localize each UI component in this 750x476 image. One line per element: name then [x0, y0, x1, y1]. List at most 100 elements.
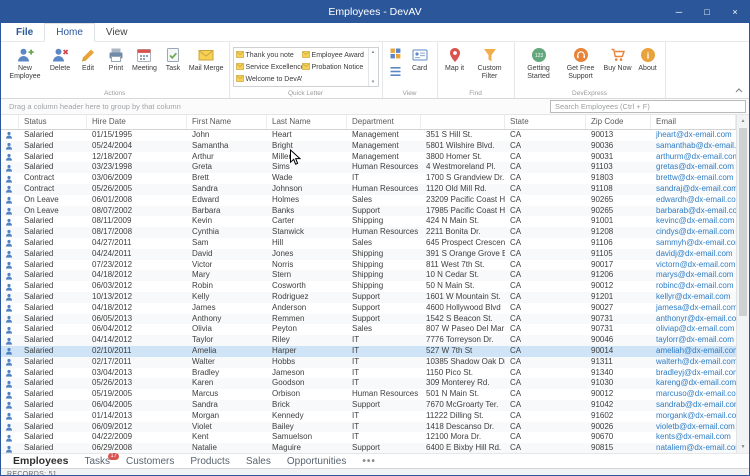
- search-input[interactable]: [550, 100, 746, 113]
- cell-email[interactable]: jamesa@dx-email.com: [651, 303, 736, 314]
- meeting-button[interactable]: Meeting: [130, 45, 159, 74]
- vertical-scrollbar[interactable]: ▲ ▼: [736, 115, 749, 453]
- table-row[interactable]: Salaried08/17/2008CynthiaStanwickHuman R…: [1, 227, 736, 238]
- table-row[interactable]: On Leave08/07/2002BarbaraBanksSupport179…: [1, 206, 736, 217]
- cell-email[interactable]: kellyr@dx-email.com: [651, 292, 736, 303]
- table-row[interactable]: Salaried05/24/2004SamanthaBrightManageme…: [1, 141, 736, 152]
- table-row[interactable]: Salaried08/11/2009KevinCarterShipping424…: [1, 216, 736, 227]
- cell-email[interactable]: brettw@dx-email.com: [651, 173, 736, 184]
- column-header-status[interactable]: Status: [19, 115, 87, 129]
- table-row[interactable]: Salaried06/09/2012VioletBaileyIT1418 Des…: [1, 422, 736, 433]
- cell-email[interactable]: jheart@dx-email.com: [651, 130, 736, 141]
- module-tab-tasks[interactable]: Tasks17: [76, 455, 118, 468]
- quick-letter-item[interactable]: Probation Notice: [302, 61, 368, 73]
- table-row[interactable]: Salaried06/05/2013AnthonyRemmenSupport15…: [1, 314, 736, 325]
- cell-email[interactable]: arthurm@dx-email.com: [651, 152, 736, 163]
- table-row[interactable]: Salaried07/23/2012VictorNorrisShipping81…: [1, 260, 736, 271]
- table-row[interactable]: Salaried04/14/2012TaylorRileyIT7776 Torr…: [1, 335, 736, 346]
- cell-email[interactable]: sandrab@dx-email.com: [651, 400, 736, 411]
- grid-view-button[interactable]: [388, 47, 404, 63]
- table-row[interactable]: Salaried05/26/2013KarenGoodsonIT309 Mont…: [1, 378, 736, 389]
- quick-letter-item[interactable]: Service Excellence: [236, 61, 302, 73]
- cell-email[interactable]: edwardh@dx-email.com: [651, 195, 736, 206]
- table-row[interactable]: On Leave06/01/2008EdwardHolmesSales23209…: [1, 195, 736, 206]
- edit-button[interactable]: Edit: [74, 45, 102, 74]
- cell-email[interactable]: kents@dx-email.com: [651, 432, 736, 443]
- delete-button[interactable]: Delete: [46, 45, 74, 74]
- table-row[interactable]: Salaried02/17/2011WalterHobbsIT10385 Sha…: [1, 357, 736, 368]
- getting-started-button[interactable]: 123 Getting Started: [518, 45, 560, 81]
- table-row[interactable]: Salaried05/19/2005MarcusOrbisonHuman Res…: [1, 389, 736, 400]
- table-row[interactable]: Salaried04/18/2012JamesAndersonSupport46…: [1, 303, 736, 314]
- quick-letter-item[interactable]: Thank you note: [236, 49, 302, 61]
- list-view-button[interactable]: [388, 65, 404, 81]
- print-button[interactable]: Print: [102, 45, 130, 74]
- new-employee-button[interactable]: New Employee: [4, 45, 46, 81]
- table-row[interactable]: Salaried06/29/2008NatalieMaguireSupport6…: [1, 443, 736, 453]
- maximize-button[interactable]: □: [693, 1, 721, 23]
- scroll-down-icon[interactable]: ▾: [372, 79, 375, 85]
- tab-view[interactable]: View: [95, 24, 139, 41]
- column-header-icon[interactable]: [1, 115, 19, 129]
- module-tab-customers[interactable]: Customers: [118, 455, 182, 468]
- cell-email[interactable]: davidj@dx-email.com: [651, 249, 736, 260]
- table-row[interactable]: Salaried02/10/2011AmeliaHarperIT527 W 7t…: [1, 346, 736, 357]
- module-tab-products[interactable]: Products: [182, 455, 237, 468]
- scroll-up-icon[interactable]: ▴: [372, 49, 375, 55]
- table-row[interactable]: Salaried04/18/2012MarySternShipping10 N …: [1, 270, 736, 281]
- cell-email[interactable]: walterh@dx-email.com: [651, 357, 736, 368]
- column-header-state[interactable]: State: [505, 115, 586, 129]
- tabs-overflow[interactable]: •••: [354, 455, 384, 468]
- cell-email[interactable]: anthonyr@dx-email.com: [651, 314, 736, 325]
- table-row[interactable]: Salaried06/03/2012RobinCosworthShipping5…: [1, 281, 736, 292]
- cell-email[interactable]: marys@dx-email.com: [651, 270, 736, 281]
- cell-email[interactable]: gretas@dx-email.com: [651, 162, 736, 173]
- cell-email[interactable]: cindys@dx-email.com: [651, 227, 736, 238]
- scrollbar-thumb[interactable]: [739, 128, 747, 316]
- table-row[interactable]: Salaried04/22/2009KentSamuelsonIT12100 M…: [1, 432, 736, 443]
- cell-email[interactable]: robinc@dx-email.com: [651, 281, 736, 292]
- cell-email[interactable]: sammyh@dx-email.com: [651, 238, 736, 249]
- table-row[interactable]: Salaried04/27/2011SamHillSales645 Prospe…: [1, 238, 736, 249]
- cell-email[interactable]: kevinc@dx-email.com: [651, 216, 736, 227]
- column-header-email[interactable]: Email: [651, 115, 736, 129]
- card-button[interactable]: Card: [406, 45, 434, 74]
- cell-email[interactable]: ameliah@dx-email.com: [651, 346, 736, 357]
- table-row[interactable]: Salaried04/24/2011DavidJonesShipping391 …: [1, 249, 736, 260]
- table-row[interactable]: Salaried01/15/1995JohnHeartManagement351…: [1, 130, 736, 141]
- task-button[interactable]: Task: [159, 45, 187, 74]
- close-button[interactable]: ×: [721, 1, 749, 23]
- mail-merge-button[interactable]: Mail Merge: [187, 45, 226, 74]
- cell-email[interactable]: marcuso@dx-email.com: [651, 389, 736, 400]
- tab-home[interactable]: Home: [44, 23, 95, 42]
- table-row[interactable]: Contract05/26/2005SandraJohnsonHuman Res…: [1, 184, 736, 195]
- collapse-ribbon-button[interactable]: [733, 84, 745, 94]
- table-row[interactable]: Salaried10/13/2012KellyRodriguezSupport1…: [1, 292, 736, 303]
- cell-email[interactable]: taylorr@dx-email.com: [651, 335, 736, 346]
- about-button[interactable]: i About: [634, 45, 662, 74]
- table-row[interactable]: Salaried03/04/2013BradleyJamesonIT1150 P…: [1, 368, 736, 379]
- cell-email[interactable]: nataliem@dx-email.com: [651, 443, 736, 453]
- cell-email[interactable]: oliviap@dx-email.com: [651, 324, 736, 335]
- cell-email[interactable]: victorn@dx-email.com: [651, 260, 736, 271]
- table-row[interactable]: Contract03/06/2009BrettWadeIT1700 S Gran…: [1, 173, 736, 184]
- table-row[interactable]: Salaried12/18/2007ArthurMillerManagement…: [1, 152, 736, 163]
- quick-letter-item[interactable]: Employee Award: [302, 49, 368, 61]
- tab-file[interactable]: File: [5, 24, 44, 41]
- custom-filter-button[interactable]: Custom Filter: [469, 45, 511, 81]
- column-header-hire-date[interactable]: Hire Date: [87, 115, 187, 129]
- table-row[interactable]: Salaried01/14/2013MorganKennedyIT11222 D…: [1, 411, 736, 422]
- map-it-button[interactable]: Map it: [441, 45, 469, 74]
- scrollbar-up-icon[interactable]: ▲: [737, 115, 749, 127]
- column-header-last-name[interactable]: Last Name: [267, 115, 347, 129]
- cell-email[interactable]: sandraj@dx-email.com: [651, 184, 736, 195]
- scrollbar-down-icon[interactable]: ▼: [737, 441, 749, 453]
- cell-email[interactable]: morgank@dx-email.com: [651, 411, 736, 422]
- cell-email[interactable]: samanthab@dx-email.com: [651, 141, 736, 152]
- buy-now-button[interactable]: Buy Now: [602, 45, 634, 74]
- minimize-button[interactable]: ─: [665, 1, 693, 23]
- table-row[interactable]: Salaried06/04/2005SandraBrickSupport7670…: [1, 400, 736, 411]
- column-header-department[interactable]: Department: [347, 115, 421, 129]
- column-header-address[interactable]: [421, 115, 505, 129]
- cell-email[interactable]: bradleyj@dx-email.com: [651, 368, 736, 379]
